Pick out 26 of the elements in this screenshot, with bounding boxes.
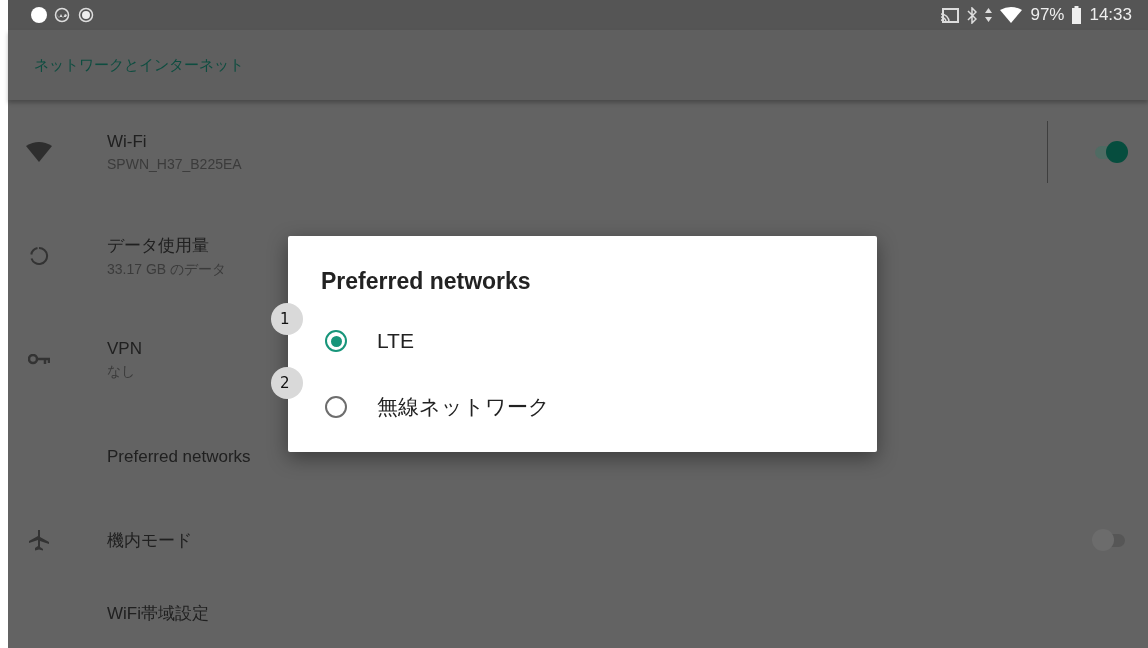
notification-icons-drawing [30,6,96,24]
battery-icon [1072,6,1082,24]
key-icon [28,354,50,366]
battery-percent: 97% [1030,5,1065,25]
cast-icon [941,7,960,23]
setting-title[interactable]: データ使用量 [107,233,209,257]
bluetooth-icon [967,6,978,24]
setting-title[interactable]: Wi-Fi [107,132,147,152]
dialog-title: Preferred networks [321,268,531,295]
radio-button[interactable] [325,396,347,418]
radio-button[interactable] [325,330,347,352]
setting-title[interactable]: WiFi帯域設定 [107,601,209,625]
data-usage-icon [29,246,49,266]
setting-title[interactable]: 機内モード [107,528,192,552]
app-bar-title: ネットワークとインターネット [34,55,244,75]
number-badge: 2 [271,367,303,399]
option-label[interactable]: 無線ネットワーク [377,393,550,421]
clock: 14:33 [1089,5,1132,25]
data-arrows-icon [985,7,993,23]
number-badge: 1 [271,303,303,335]
setting-title[interactable]: Preferred networks [107,447,251,467]
setting-title[interactable]: VPN [107,339,142,359]
wifi-signal-icon [1000,7,1023,23]
option-label[interactable]: LTE [377,329,414,353]
airplane-icon [28,529,50,551]
wifi-icon [26,142,52,162]
